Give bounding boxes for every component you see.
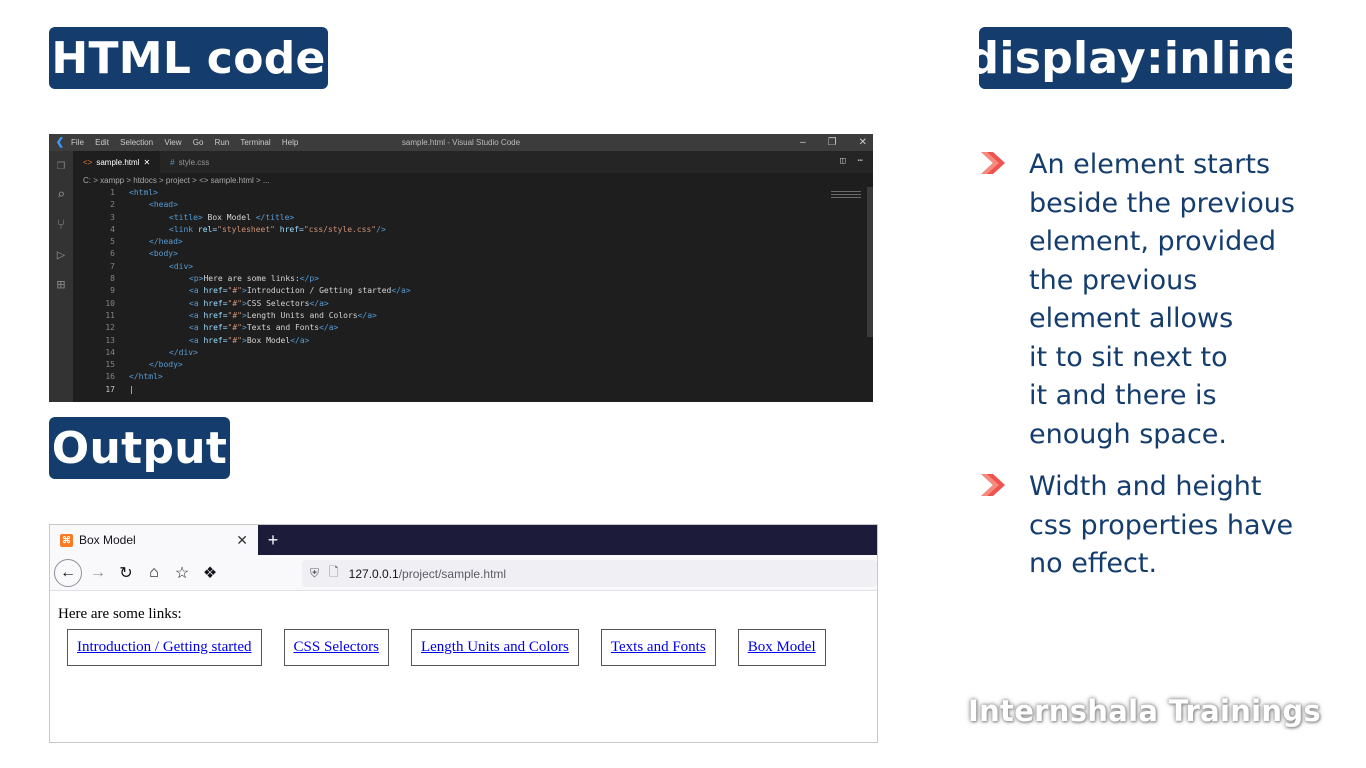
split-editor-icon[interactable]: ◫ [840,156,845,166]
breadcrumb[interactable]: C: > xampp > htdocs > project > <> sampl… [73,173,873,187]
menu-selection[interactable]: Selection [120,138,153,147]
bullet-item: Width and height css properties have no … [979,468,1339,584]
extensions-icon[interactable]: ⊞ [57,277,65,293]
new-tab-button[interactable]: + [258,525,288,555]
editor-area: <> sample.html ✕ # style.css ◫ ⋯ C: > xa… [73,151,873,402]
editor-scrollbar[interactable] [867,187,873,337]
bullet-text: An element starts beside the previous el… [1029,149,1295,450]
vscode-titlebar: ❮ File Edit Selection View Go Run Termin… [49,134,873,151]
tab-close-icon[interactable]: ✕ [143,158,150,167]
code-line: 6 <body> [110,249,178,259]
code-line: 14 </div> [105,347,198,357]
vscode-window: ❮ File Edit Selection View Go Run Termin… [49,134,873,402]
browser-tab-strip: ⌘ Box Model ✕ + [50,525,877,555]
code-line: 7 <div> [110,261,194,271]
shield-icon[interactable]: ⛨ [310,566,319,581]
code-line: 3 <title> Box Model </title> [110,212,295,222]
close-tab-icon[interactable]: ✕ [236,532,248,549]
reload-button[interactable]: ↻ [112,559,140,587]
link-introduction[interactable]: Introduction / Getting started [67,629,262,666]
browser-window: ⌘ Box Model ✕ + ← → ↻ ⌂ ☆ ❖ ⛨ 🗋 127.0.0.… [49,524,878,743]
chevron-right-icon [979,468,1029,584]
minimap[interactable] [831,191,861,201]
run-debug-icon[interactable]: ▷ [57,247,65,263]
tab-style-css[interactable]: # style.css [160,151,219,173]
code-line: 12 <a href= "#" > Texts and Fonts </a> [105,323,339,333]
xampp-favicon-icon: ⌘ [60,533,73,547]
editor-actions: ◫ ⋯ [840,156,863,166]
output-heading: Output [49,417,230,479]
bullet-list: An element starts beside the previous el… [979,146,1339,598]
window-controls: – ❐ ✕ [800,134,867,151]
menu-edit[interactable]: Edit [95,138,109,147]
bullet-text: Width and height css properties have no … [1029,471,1294,579]
link-texts-fonts[interactable]: Texts and Fonts [600,629,716,666]
chevron-right-icon [979,146,1029,454]
code-line: 1 <html> [110,188,158,197]
activity-bar: ❐ ⌕ ⑂ ▷ ⊞ [49,151,73,402]
page-icon[interactable]: 🗋 [329,563,339,584]
more-actions-icon[interactable]: ⋯ [858,156,863,166]
menu-help[interactable]: Help [282,138,298,147]
minimize-icon[interactable]: – [800,137,806,148]
html-file-icon: <> [83,157,93,167]
url-host: 127.0.0.1 [348,566,399,581]
code-line: 9 <a href= "#" > Introduction / Getting star… [110,286,411,296]
code-line: 15 </body> [105,360,183,370]
html-code-heading: HTML code [49,27,328,89]
editor-tabs: <> sample.html ✕ # style.css [73,151,873,173]
css-file-icon: # [170,157,175,167]
browser-toolbar: ← → ↻ ⌂ ☆ ❖ ⛨ 🗋 127.0.0.1/project/sample… [50,555,877,591]
code-line: 10 <a href= "#" > CSS Selectors </a> [105,298,329,308]
menu-file[interactable]: File [71,138,84,147]
text-cursor: | [129,384,134,394]
address-bar[interactable]: ⛨ 🗋 127.0.0.1/project/sample.html [302,560,877,587]
vscode-logo-icon: ❮ [55,137,65,148]
inline-links-row: Introduction / Getting started CSS Selec… [58,629,869,666]
link-css-selectors[interactable]: CSS Selectors [283,629,389,666]
page-content: Here are some links: Introduction / Gett… [50,591,877,681]
browser-tab-title: Box Model [79,533,136,547]
menu-run[interactable]: Run [215,138,230,147]
tab-label: style.css [178,157,210,167]
code-line: 16 </html> [105,372,163,382]
search-icon[interactable]: ⌕ [57,187,65,203]
menu-view[interactable]: View [164,138,181,147]
code-line: 13 <a href= "#" > Box Model </a> [105,335,310,345]
menu-terminal[interactable]: Terminal [240,138,270,147]
bookmark-star-icon[interactable]: ☆ [168,559,196,587]
link-box-model[interactable]: Box Model [737,629,826,666]
code-line: 2 <head> [110,200,178,210]
code-line: 17 | [73,384,873,396]
browser-tab[interactable]: ⌘ Box Model ✕ [50,525,258,555]
extensions-puzzle-icon[interactable]: ❖ [196,559,224,587]
watermark: Internshala Trainings [968,694,1321,728]
code-view[interactable]: 1 <html> 2 <head> 3 <title> Box Model </tit… [73,187,873,396]
code-line: 4 <link rel= "stylesheet" href= "css/style.… [110,224,386,234]
code-line: 5 </head> [110,237,183,247]
close-icon[interactable]: ✕ [859,137,867,148]
forward-button[interactable]: → [84,559,112,587]
code-line: 11 <a href= "#" > Length Units and Colors </a… [105,310,377,320]
restore-icon[interactable]: ❐ [828,137,837,148]
vscode-menubar: File Edit Selection View Go Run Terminal… [71,138,307,147]
links-intro-text: Here are some links: [58,606,182,622]
tab-label: sample.html [96,157,140,167]
tab-sample-html[interactable]: <> sample.html ✕ [73,151,161,173]
display-inline-heading: display:inline [968,27,1303,89]
back-button[interactable]: ← [54,558,82,587]
home-button[interactable]: ⌂ [140,559,168,587]
explorer-icon[interactable]: ❐ [57,157,65,173]
source-control-icon[interactable]: ⑂ [57,217,65,233]
bullet-item: An element starts beside the previous el… [979,146,1339,454]
slide: HTML code Output display:inline ❮ File E… [0,0,1366,768]
code-line: 8 <p> Here are some links: </p> [110,274,320,284]
menu-go[interactable]: Go [193,138,204,147]
url-path: /project/sample.html [398,566,507,581]
link-length-units[interactable]: Length Units and Colors [410,629,579,666]
